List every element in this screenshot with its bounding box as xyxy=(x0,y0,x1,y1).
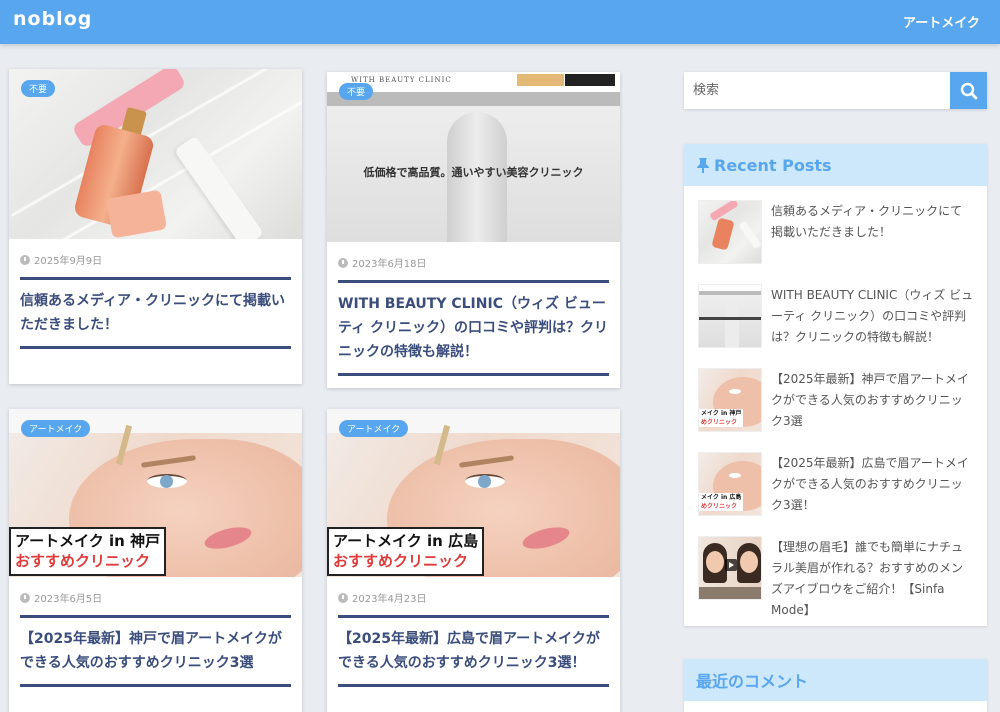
post-title[interactable]: 信頼あるメディア・クリニックにて掲載いただきました！ xyxy=(20,289,291,337)
post-date: 2023年4月23日 xyxy=(338,590,620,605)
post-date: 2023年6月18日 xyxy=(338,255,620,270)
post-title-box: 信頼あるメディア・クリニックにて掲載いただきました！ xyxy=(20,277,291,349)
search-icon xyxy=(960,82,977,99)
clock-icon xyxy=(338,257,348,268)
recent-post-item[interactable]: 信頼あるメディア・クリニックにて掲載いただきました！ xyxy=(698,200,974,284)
post-title[interactable]: 【2025年最新】広島で眉アートメイクができる人気のおすすめクリニック3選！ xyxy=(338,627,609,675)
category-badge[interactable]: 不要 xyxy=(21,80,56,97)
play-icon xyxy=(725,559,737,571)
post-title-box: WITH BEAUTY CLINIC（ウィズ ビューティ クリニック）の口コミや… xyxy=(338,280,609,376)
recent-post-title[interactable]: 【2025年最新】神戸で眉アートメイクができる人気のおすすめクリニック3選 xyxy=(771,368,974,452)
post-date: 2023年6月5日 xyxy=(20,590,302,605)
recent-post-item[interactable]: メイク in 広島 めクリニック 【2025年最新】広島で眉アートメイクができる… xyxy=(698,452,974,536)
recent-post-thumbnail[interactable]: メイク in 神戸 めクリニック xyxy=(698,368,762,432)
post-thumbnail[interactable]: WITH BEAUTY CLINIC 低価格で高品質。通いやすい美容クリニック … xyxy=(327,72,620,242)
recent-post-thumbnail[interactable] xyxy=(698,284,762,348)
post-thumbnail[interactable]: アートメイク in 神戸 おすすめクリニック アートメイク xyxy=(9,409,302,577)
post-title[interactable]: WITH BEAUTY CLINIC（ウィズ ビューティ クリニック）の口コミや… xyxy=(338,292,609,364)
clinic-headline: 低価格で高品質。通いやすい美容クリニック xyxy=(363,166,584,179)
thumbnail-caption: アートメイク in 神戸 おすすめクリニック xyxy=(9,527,167,576)
post-date-text: 2025年9月9日 xyxy=(34,256,103,267)
post-card[interactable]: WITH BEAUTY CLINIC 低価格で高品質。通いやすい美容クリニック … xyxy=(327,72,620,388)
clock-icon xyxy=(20,254,30,265)
recent-post-thumbnail[interactable] xyxy=(698,200,762,264)
category-badge[interactable]: 不要 xyxy=(339,83,374,100)
recent-posts-list: 信頼あるメディア・クリニックにて掲載いただきました！ WITH BEAUTY C… xyxy=(684,186,987,620)
post-thumbnail[interactable]: 不要 xyxy=(9,69,302,239)
recent-posts-widget: Recent Posts 信頼あるメディア・クリニックにて掲載いただきました！ … xyxy=(684,144,987,626)
post-title-box: 【2025年最新】広島で眉アートメイクができる人気のおすすめクリニック3選！ xyxy=(338,615,609,687)
recent-post-title[interactable]: WITH BEAUTY CLINIC（ウィズ ビューティ クリニック）の口コミや… xyxy=(771,284,974,368)
category-badge[interactable]: アートメイク xyxy=(21,420,91,437)
category-badge[interactable]: アートメイク xyxy=(339,420,409,437)
search-form xyxy=(684,72,987,109)
post-title-box: 【2025年最新】神戸で眉アートメイクができる人気のおすすめクリニック3選 xyxy=(20,615,291,687)
pin-icon xyxy=(697,158,709,173)
recent-post-title[interactable]: 【2025年最新】広島で眉アートメイクができる人気のおすすめクリニック3選！ xyxy=(771,452,974,536)
widget-heading: Recent Posts xyxy=(684,144,987,186)
recent-comments-widget: 最近のコメント xyxy=(684,659,987,712)
post-date-text: 2023年6月18日 xyxy=(352,259,427,270)
recent-post-item[interactable]: メイク in 神戸 めクリニック 【2025年最新】神戸で眉アートメイクができる… xyxy=(698,368,974,452)
search-input[interactable] xyxy=(684,72,950,109)
post-card[interactable]: 不要 2025年9月9日 信頼あるメディア・クリニックにて掲載いただきました！ xyxy=(9,69,302,384)
post-date: 2025年9月9日 xyxy=(20,252,302,267)
post-thumbnail[interactable]: アートメイク in 広島 おすすめクリニック アートメイク xyxy=(327,409,620,577)
post-date-text: 2023年4月23日 xyxy=(352,594,427,605)
clock-icon xyxy=(20,592,30,603)
clock-icon xyxy=(338,592,348,603)
recent-post-thumbnail[interactable] xyxy=(698,536,762,600)
recent-post-item[interactable]: 【理想の眉毛】誰でも簡単にナチュラル美眉が作れる？おすすめのメンズアイブロウをご… xyxy=(698,536,974,620)
recent-post-title[interactable]: 【理想の眉毛】誰でも簡単にナチュラル美眉が作れる？おすすめのメンズアイブロウをご… xyxy=(771,536,974,620)
site-header: noblog アートメイク xyxy=(0,0,1000,44)
widget-heading: 最近のコメント xyxy=(684,659,987,701)
recent-post-thumbnail[interactable]: メイク in 広島 めクリニック xyxy=(698,452,762,516)
post-title[interactable]: 【2025年最新】神戸で眉アートメイクができる人気のおすすめクリニック3選 xyxy=(20,627,291,675)
recent-post-item[interactable]: WITH BEAUTY CLINIC（ウィズ ビューティ クリニック）の口コミや… xyxy=(698,284,974,368)
thumbnail-caption: アートメイク in 広島 おすすめクリニック xyxy=(327,527,485,576)
post-card[interactable]: アートメイク in 広島 おすすめクリニック アートメイク 2023年4月23日… xyxy=(327,409,620,712)
search-button[interactable] xyxy=(950,72,987,109)
site-logo[interactable]: noblog xyxy=(13,8,92,30)
nav-link-artmake[interactable]: アートメイク xyxy=(903,12,980,31)
post-card[interactable]: アートメイク in 神戸 おすすめクリニック アートメイク 2023年6月5日 … xyxy=(9,409,302,712)
post-date-text: 2023年6月5日 xyxy=(34,594,103,605)
recent-post-title[interactable]: 信頼あるメディア・クリニックにて掲載いただきました！ xyxy=(771,200,974,284)
